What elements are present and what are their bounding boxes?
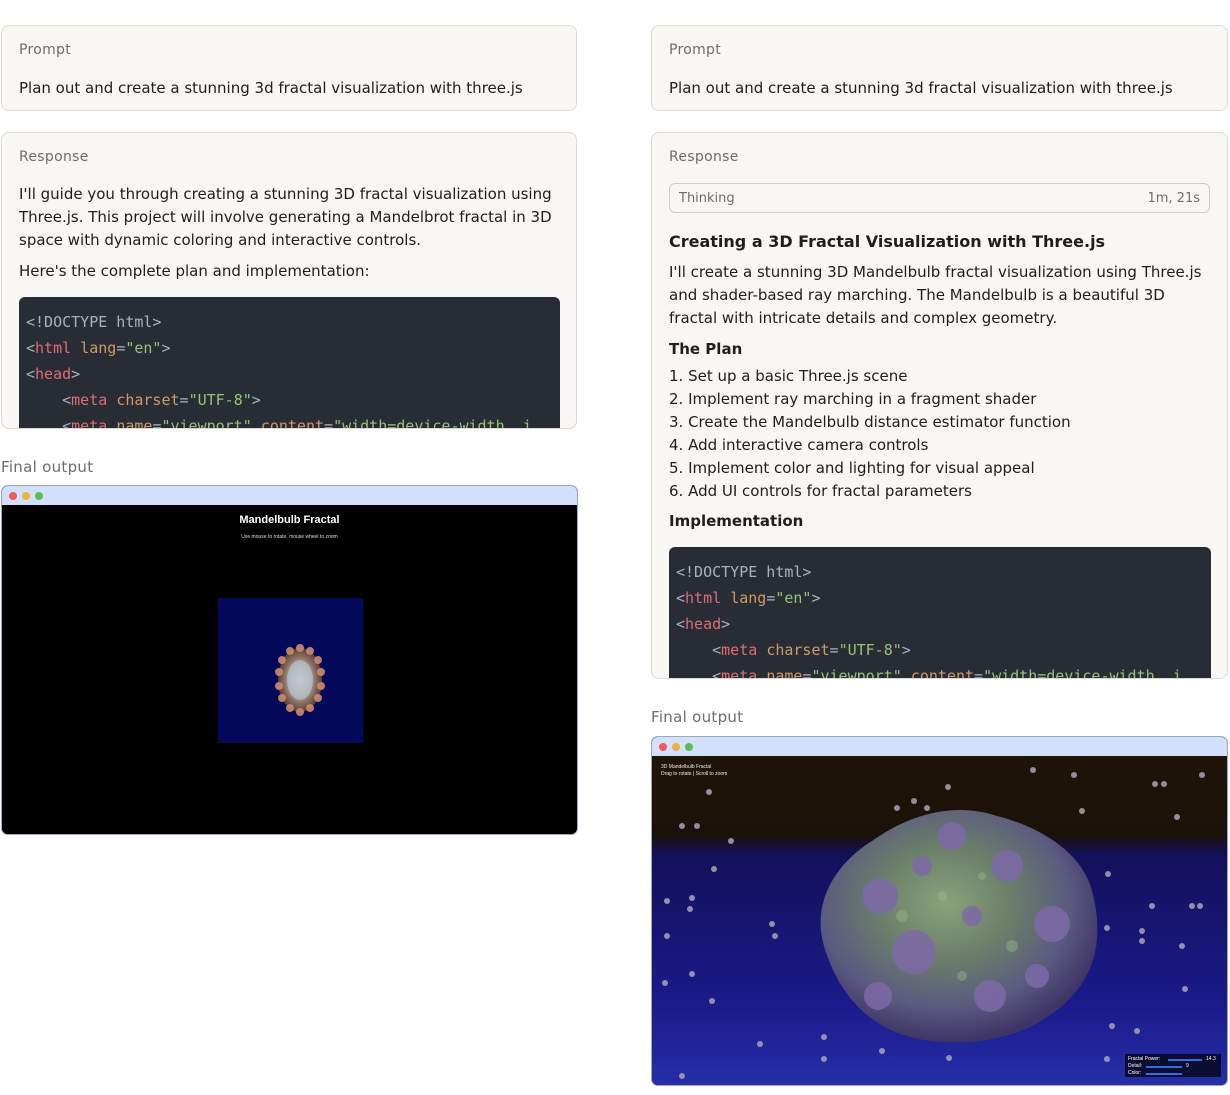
- response-card: Response I'll guide you through creating…: [1, 132, 577, 429]
- response-heading: Creating a 3D Fractal Visualization with…: [669, 232, 1106, 251]
- plan-list: 1. Set up a basic Three.js scene 2. Impl…: [669, 365, 1071, 503]
- color-slider[interactable]: [1146, 1073, 1182, 1075]
- plan-item: 6. Add UI controls for fractal parameter…: [669, 482, 972, 500]
- close-dot-icon[interactable]: [659, 743, 667, 751]
- control-value: 9: [1186, 1063, 1189, 1069]
- prompt-card: Prompt Plan out and create a stunning 3d…: [1, 25, 577, 111]
- implementation-heading: Implementation: [669, 512, 804, 530]
- fractal-subtitle: Use mouse to rotate, mouse wheel to zoom: [241, 534, 338, 540]
- code-block: <!DOCTYPE html> <html lang="en"> <head> …: [669, 547, 1211, 679]
- control-row: Fractal Power: 14.3: [1128, 1056, 1218, 1063]
- browser-title-bar: [2, 486, 577, 505]
- plan-item: 4. Add interactive camera controls: [669, 436, 929, 454]
- plan-item: 1. Set up a basic Three.js scene: [669, 367, 908, 385]
- code-line: <!DOCTYPE html>: [26, 313, 162, 331]
- render-viewport[interactable]: Mandelbulb Fractal Use mouse to rotate, …: [2, 505, 577, 834]
- code-line: <head>: [676, 615, 731, 633]
- close-dot-icon[interactable]: [9, 492, 17, 500]
- detail-slider[interactable]: [1146, 1066, 1182, 1068]
- fractal-render: [662, 767, 1205, 1079]
- code-line: <meta name="viewport" content="width=dev…: [712, 667, 1182, 679]
- final-output-label: Final output: [1, 458, 94, 476]
- browser-title-bar: [652, 737, 1227, 756]
- overlay-info: 3D Mandelbulb Fractal Drag to rotate | S…: [661, 764, 727, 778]
- response-label: Response: [669, 149, 739, 165]
- code-line: <meta name="viewport" content="width=dev…: [62, 417, 532, 429]
- browser-window: Mandelbulb Fractal Use mouse to rotate, …: [1, 485, 578, 835]
- fractal-canvas[interactable]: [218, 598, 363, 743]
- code-line: <meta charset="UTF-8">: [62, 391, 261, 409]
- prompt-card: Prompt Plan out and create a stunning 3d…: [651, 25, 1228, 111]
- code-line: <meta charset="UTF-8">: [712, 641, 911, 659]
- overlay-hint: Drag to rotate | Scroll to zoom: [661, 771, 728, 777]
- controls-panel: Fractal Power: 14.3 Detail: 9 Color:: [1125, 1054, 1221, 1077]
- code-line: <html lang="en">: [26, 339, 171, 357]
- maximize-dot-icon[interactable]: [35, 492, 43, 500]
- code-line: <!DOCTYPE html>: [676, 563, 812, 581]
- control-label: Detail:: [1128, 1063, 1143, 1069]
- response-paragraph: Here's the complete plan and implementat…: [19, 262, 370, 280]
- response-paragraph: I'll create a stunning 3D Mandelbulb fra…: [669, 263, 1202, 327]
- thinking-duration: 1m, 21s: [1147, 191, 1200, 206]
- fractal-power-slider[interactable]: [1168, 1059, 1202, 1061]
- minimize-dot-icon[interactable]: [22, 492, 30, 500]
- plan-item: 3. Create the Mandelbulb distance estima…: [669, 413, 1071, 431]
- control-label: Fractal Power:: [1128, 1056, 1161, 1062]
- overlay-title: 3D Mandelbulb Fractal: [661, 764, 712, 770]
- plan-item: 5. Implement color and lighting for visu…: [669, 459, 1035, 477]
- prompt-text: Plan out and create a stunning 3d fracta…: [669, 79, 1173, 97]
- prompt-label: Prompt: [19, 42, 72, 58]
- fractal-title: Mandelbulb Fractal: [239, 514, 340, 526]
- thinking-toggle[interactable]: Thinking 1m, 21s: [669, 183, 1210, 213]
- control-label: Color:: [1128, 1070, 1142, 1076]
- final-output-label: Final output: [651, 708, 744, 726]
- control-row: Color:: [1128, 1070, 1218, 1077]
- prompt-label: Prompt: [669, 42, 722, 58]
- fractal-render: [275, 644, 325, 716]
- control-value: 14.3: [1206, 1056, 1216, 1062]
- plan-heading: The Plan: [669, 340, 743, 358]
- code-line: <head>: [26, 365, 81, 383]
- prompt-text: Plan out and create a stunning 3d fracta…: [19, 79, 523, 97]
- response-card: Response Thinking 1m, 21s Creating a 3D …: [651, 132, 1228, 679]
- control-row: Detail: 9: [1128, 1063, 1218, 1070]
- plan-item: 2. Implement ray marching in a fragment …: [669, 390, 1037, 408]
- maximize-dot-icon[interactable]: [685, 743, 693, 751]
- render-viewport[interactable]: 3D Mandelbulb Fractal Drag to rotate | S…: [652, 756, 1227, 1085]
- response-label: Response: [19, 149, 89, 165]
- response-paragraph: I'll guide you through creating a stunni…: [19, 185, 552, 249]
- code-line: <html lang="en">: [676, 589, 821, 607]
- thinking-label: Thinking: [679, 191, 735, 206]
- minimize-dot-icon[interactable]: [672, 743, 680, 751]
- browser-window: 3D Mandelbulb Fractal Drag to rotate | S…: [651, 736, 1228, 1086]
- code-block: <!DOCTYPE html> <html lang="en"> <head> …: [19, 297, 560, 429]
